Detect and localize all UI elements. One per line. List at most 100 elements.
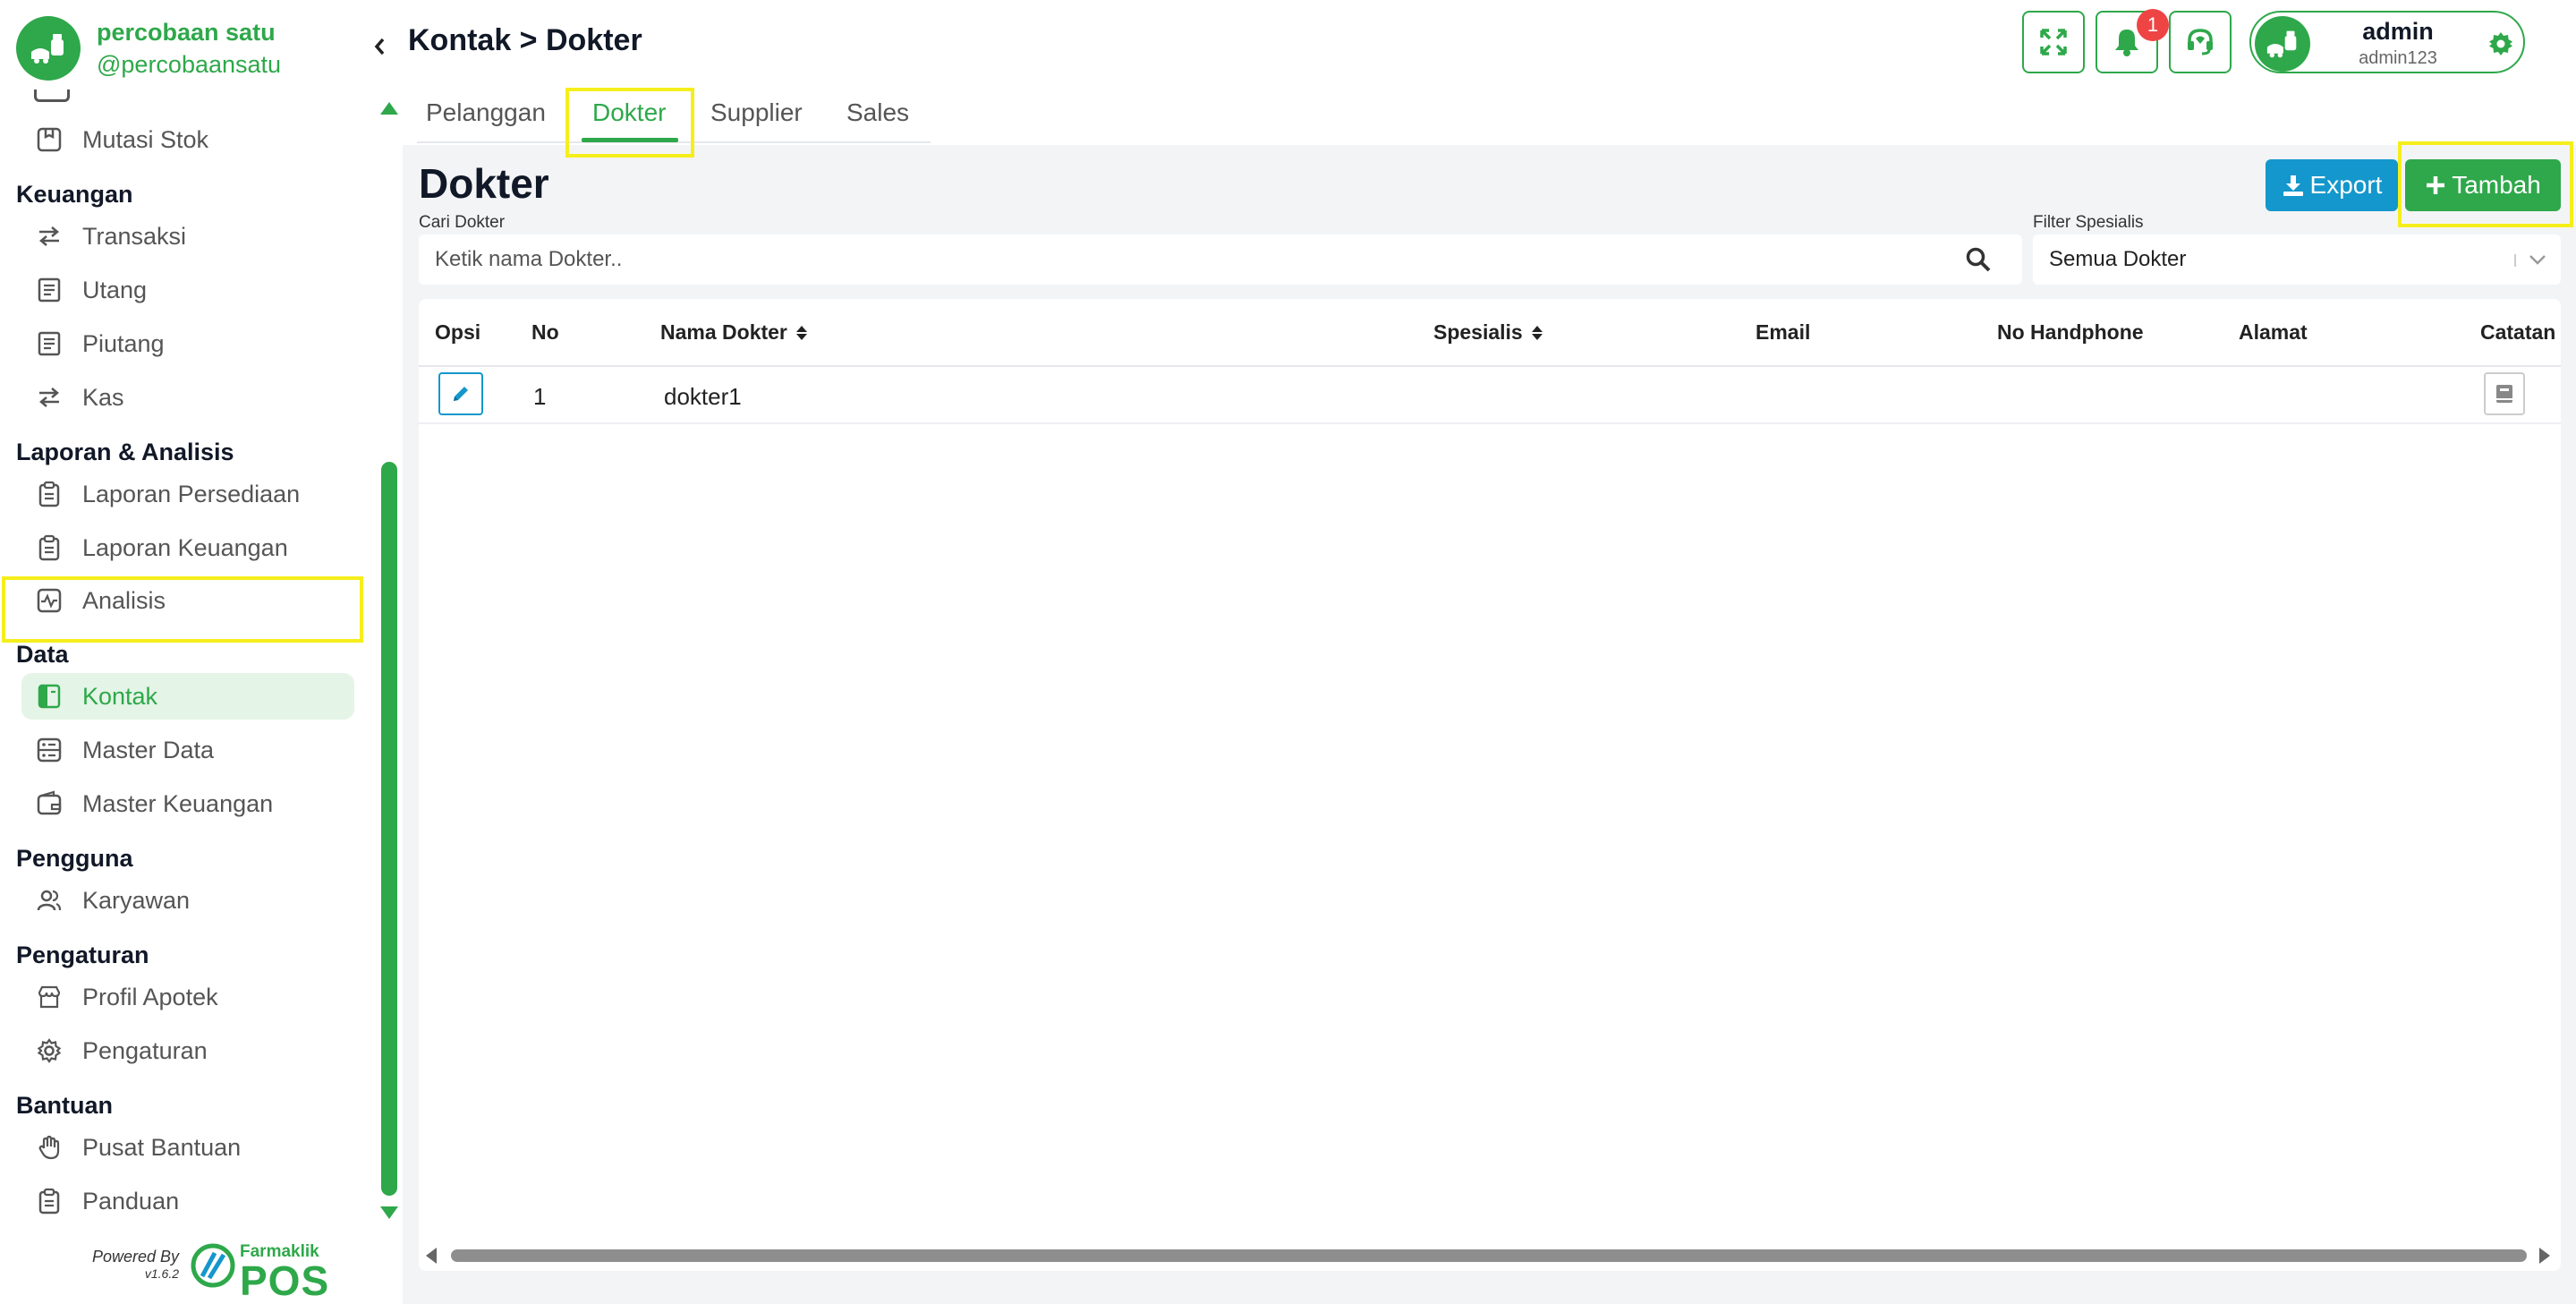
scroll-left-arrow-icon[interactable] <box>426 1248 437 1264</box>
sidebar-item-master-data[interactable]: Master Data <box>21 727 354 773</box>
receipt-icon <box>34 328 64 359</box>
sidebar-item-profil-apotek[interactable]: Profil Apotek <box>21 974 354 1020</box>
clipboard-icon <box>34 479 64 509</box>
highlight-tab-dokter <box>565 88 694 158</box>
sidebar-item-karyawan[interactable]: Karyawan <box>21 877 354 924</box>
highlight-kontak <box>2 576 363 643</box>
store-icon <box>34 982 64 1012</box>
tab-supplier[interactable]: Supplier <box>710 98 803 127</box>
sort-icon[interactable] <box>795 325 807 340</box>
note-button[interactable] <box>2484 372 2525 415</box>
sidebar-item-label: Laporan Persediaan <box>82 480 301 507</box>
gear-icon[interactable] <box>2487 30 2514 57</box>
sort-icon[interactable] <box>1531 325 1543 340</box>
table-scrollbar-thumb[interactable] <box>451 1249 2527 1262</box>
powered-by-text: Powered By <box>91 1248 179 1266</box>
filter-value: Semua Dokter <box>2049 247 2187 271</box>
sidebar-item-panduan[interactable]: Panduan <box>21 1178 354 1224</box>
sidebar: percobaan satu @percobaansatu Mutasi Sto… <box>0 0 403 1304</box>
highlight-add-button <box>2398 141 2573 227</box>
section-bantuan: Bantuan <box>16 1092 113 1119</box>
contact-tabs: Pelanggan Dokter Supplier Sales <box>403 86 2576 158</box>
tab-sales[interactable]: Sales <box>846 98 909 127</box>
sidebar-item-kontak[interactable]: Kontak <box>21 673 354 720</box>
sidebar-item-pengaturan[interactable]: Pengaturan <box>21 1027 354 1074</box>
dokter-table: Opsi No Nama Dokter Spesialis Email No H… <box>419 299 2561 1271</box>
select-separator <box>2514 254 2516 267</box>
section-laporan-analisis: Laporan & Analisis <box>16 439 234 465</box>
sidebar-scrollbar-thumb[interactable] <box>381 462 397 1196</box>
section-pengguna: Pengguna <box>16 845 133 872</box>
farmaklik-logo-icon <box>191 1243 235 1288</box>
gear-icon <box>34 1036 64 1066</box>
sidebar-item-label: Panduan <box>82 1187 180 1215</box>
chevron-left-icon <box>374 38 385 55</box>
col-no: No <box>531 320 559 344</box>
sidebar-item-laporan-persediaan[interactable]: Laporan Persediaan <box>21 471 354 517</box>
box-icon <box>34 124 64 155</box>
footer-product: POS <box>240 1257 330 1304</box>
sidebar-item-label: Master Data <box>82 736 215 763</box>
export-label: Export <box>2309 171 2383 199</box>
brand-handle: @percobaansatu <box>97 51 282 78</box>
col-spesialis[interactable]: Spesialis <box>1433 320 1543 345</box>
sidebar-item-label: Mutasi Stok <box>82 125 209 153</box>
cell-no: 1 <box>533 383 547 410</box>
database-icon <box>34 735 64 765</box>
clipboard-icon <box>34 1186 64 1216</box>
chevron-down-icon <box>2529 255 2546 265</box>
col-label: Spesialis <box>1433 320 1523 344</box>
sidebar-item-kas[interactable]: Kas <box>21 374 354 421</box>
sidebar-item-label: Piutang <box>82 329 165 357</box>
expand-icon <box>2040 29 2067 55</box>
receipt-icon <box>34 275 64 305</box>
user-profile[interactable]: admin admin123 <box>2249 11 2525 73</box>
col-no-handphone: No Handphone <box>1997 320 2144 344</box>
sidebar-item-piutang[interactable]: Piutang <box>21 320 354 367</box>
users-icon <box>34 885 64 916</box>
pharmacy-logo-icon <box>16 16 81 81</box>
sidebar-item-mutasi-stok[interactable]: Mutasi Stok <box>21 116 354 163</box>
partial-menu-icon <box>34 89 70 102</box>
edit-button[interactable] <box>438 372 483 415</box>
transfer-icon <box>34 382 64 413</box>
contact-book-icon <box>34 681 64 712</box>
collapse-sidebar-button[interactable] <box>369 32 390 61</box>
search-box <box>419 234 2022 285</box>
transfer-icon <box>34 221 64 251</box>
scroll-down-arrow-icon[interactable] <box>380 1206 398 1219</box>
tab-pelanggan[interactable]: Pelanggan <box>426 98 546 127</box>
sidebar-item-label: Pengaturan <box>82 1036 208 1064</box>
col-label: Nama Dokter <box>660 320 787 344</box>
search-label: Cari Dokter <box>419 213 506 232</box>
search-input[interactable] <box>435 243 1938 276</box>
user-name: admin <box>2362 18 2434 45</box>
sidebar-item-laporan-keuangan[interactable]: Laporan Keuangan <box>21 524 354 571</box>
sidebar-item-label: Utang <box>82 276 148 303</box>
top-header: Kontak > Dokter 1 admin admin123 <box>403 0 2576 86</box>
sidebar-item-label: Master Keuangan <box>82 789 274 817</box>
sidebar-item-transaksi[interactable]: Transaksi <box>21 213 354 260</box>
col-alamat: Alamat <box>2239 320 2308 344</box>
scroll-right-arrow-icon[interactable] <box>2539 1248 2550 1264</box>
version-text: v1.6.2 <box>144 1266 179 1281</box>
section-pengaturan: Pengaturan <box>16 942 149 968</box>
hand-icon <box>34 1132 64 1163</box>
headset-icon <box>2188 29 2213 55</box>
sidebar-item-master-keuangan[interactable]: Master Keuangan <box>21 780 354 827</box>
filter-spesialis-select[interactable]: Semua Dokter <box>2033 234 2561 285</box>
search-icon[interactable] <box>1965 246 1992 273</box>
sidebar-item-utang[interactable]: Utang <box>21 267 354 313</box>
col-catatan: Catatan <box>2480 320 2556 344</box>
section-data: Data <box>16 641 69 668</box>
sidebar-item-pusat-bantuan[interactable]: Pusat Bantuan <box>21 1124 354 1171</box>
download-icon <box>2283 175 2303 196</box>
support-button[interactable] <box>2169 11 2232 73</box>
sidebar-menu: Mutasi Stok Keuangan Transaksi Utang Piu… <box>0 89 376 1235</box>
scroll-up-arrow-icon[interactable] <box>380 102 398 115</box>
export-button[interactable]: Export <box>2266 159 2398 211</box>
col-nama-dokter[interactable]: Nama Dokter <box>660 320 807 345</box>
clipboard-icon <box>34 533 64 563</box>
cell-nama: dokter1 <box>664 383 742 410</box>
fullscreen-button[interactable] <box>2022 11 2085 73</box>
